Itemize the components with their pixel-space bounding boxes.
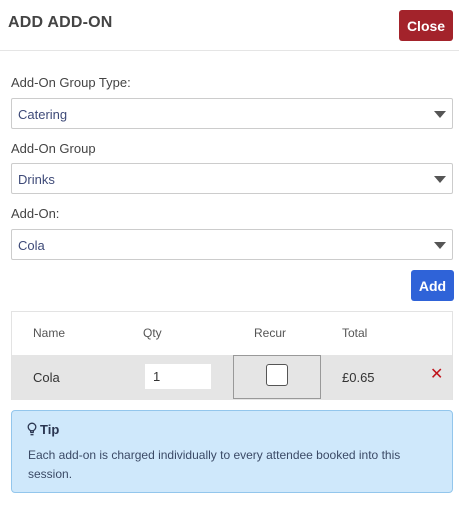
tip-box: Tip Each add-on is charged individually … bbox=[11, 410, 453, 493]
chevron-down-icon bbox=[434, 242, 446, 249]
column-header-name: Name bbox=[33, 326, 66, 340]
recur-cell bbox=[233, 355, 321, 399]
close-button[interactable]: Close bbox=[399, 10, 453, 41]
tip-text: Each add-on is charged individually to e… bbox=[28, 448, 401, 481]
column-header-total: Total bbox=[342, 326, 368, 340]
addon-select[interactable]: Cola bbox=[11, 229, 453, 260]
row-total: £0.65 bbox=[342, 370, 375, 385]
qty-input[interactable] bbox=[145, 364, 211, 389]
row-name: Cola bbox=[33, 370, 60, 385]
column-header-recur: Recur bbox=[254, 326, 287, 340]
group-type-select[interactable]: Catering bbox=[11, 98, 453, 129]
group-value: Drinks bbox=[18, 172, 55, 187]
group-label: Add-On Group bbox=[11, 141, 96, 156]
group-select[interactable]: Drinks bbox=[11, 163, 453, 194]
chevron-down-icon bbox=[434, 176, 446, 183]
addon-label: Add-On: bbox=[11, 206, 60, 221]
table-row: Cola £0.65 ✕ bbox=[12, 355, 452, 400]
tip-heading: Tip bbox=[40, 422, 60, 437]
addon-table: Name Qty Recur Total Cola £0.65 ✕ bbox=[11, 311, 453, 400]
dialog-title: ADD ADD-ON bbox=[8, 14, 113, 31]
dialog-header: ADD ADD-ON Close bbox=[0, 0, 459, 51]
add-button[interactable]: Add bbox=[411, 270, 454, 301]
recur-checkbox[interactable] bbox=[266, 364, 288, 386]
addon-value: Cola bbox=[18, 238, 45, 253]
remove-x-icon[interactable]: ✕ bbox=[430, 367, 443, 383]
group-type-label: Add-On Group Type: bbox=[11, 75, 131, 90]
lightbulb-icon bbox=[27, 422, 37, 436]
chevron-down-icon bbox=[434, 111, 446, 118]
column-header-qty: Qty bbox=[143, 326, 162, 340]
group-type-value: Catering bbox=[18, 107, 68, 122]
